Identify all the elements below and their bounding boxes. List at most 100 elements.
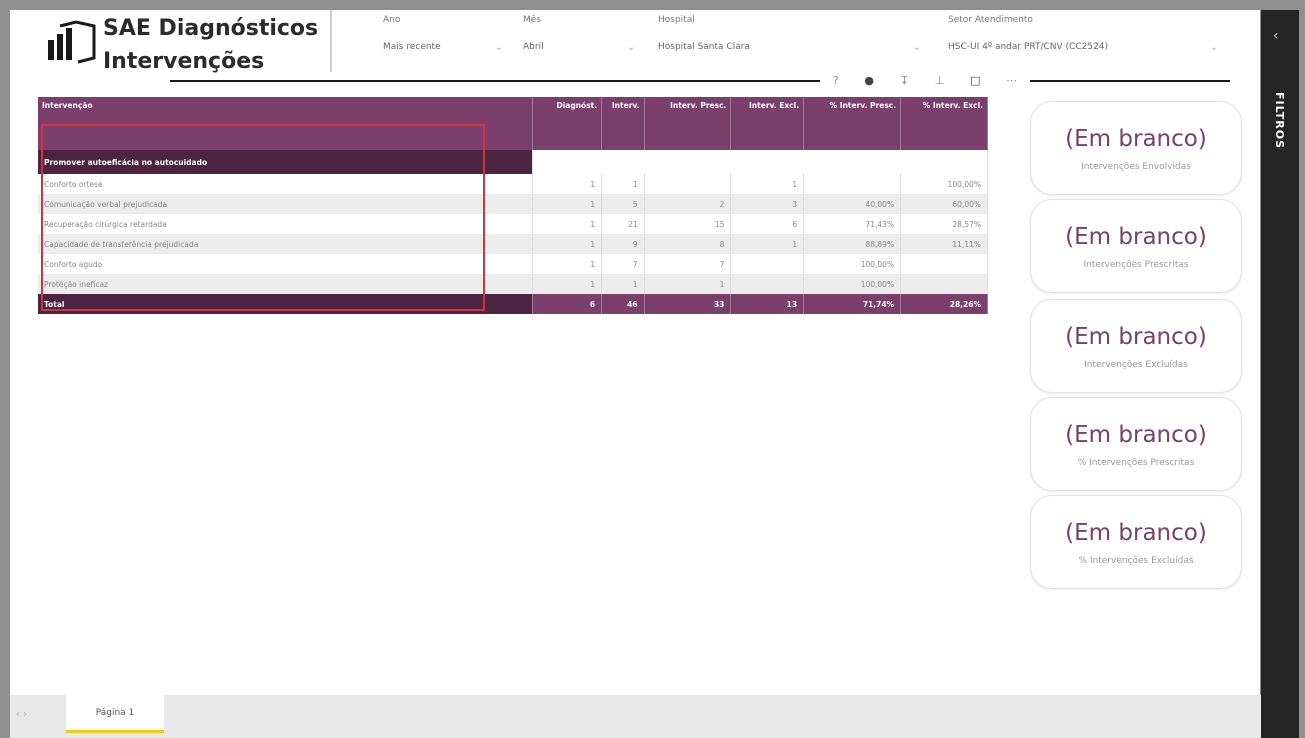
help-icon[interactable]: ?: [833, 74, 839, 87]
table-cell: 1: [730, 174, 805, 194]
title-line-2: Intervenções: [103, 49, 265, 74]
filter-value: Mais recente: [383, 42, 441, 52]
total-cell: 6: [532, 294, 603, 314]
col-header[interactable]: Interv. Excl.: [730, 97, 805, 150]
filter-select[interactable]: Mais recente ⌄: [383, 33, 503, 61]
kpi-label: Intervenções Excluídas: [1084, 360, 1188, 370]
table-cell: [730, 254, 805, 274]
kpi-card-pct-excluidas[interactable]: (Em branco) % Intervenções Excluídas: [1030, 495, 1242, 589]
header-rule: [170, 80, 1230, 82]
page-title: SAE Diagnósticos Intervenções: [103, 12, 318, 78]
chevron-down-icon[interactable]: ⌄: [627, 42, 635, 53]
kpi-value: (Em branco): [1065, 520, 1207, 546]
table-cell: [803, 174, 902, 194]
table-cell: [730, 274, 805, 294]
chevron-down-icon[interactable]: ⌄: [913, 42, 921, 53]
col-header[interactable]: Diagnóst.: [532, 97, 603, 150]
col-header[interactable]: Interv.: [601, 97, 645, 150]
kpi-label: % Intervenções Excluídas: [1078, 556, 1194, 566]
table-cell: 88,89%: [803, 234, 902, 254]
table-cell: 100,00%: [900, 174, 988, 194]
filter-value: HSC-UI 4º andar PRT/CNV (CC2524): [948, 42, 1109, 52]
table-cell: 2: [644, 194, 732, 214]
filter-ano[interactable]: Ano Mais recente ⌄: [383, 15, 503, 61]
filter-value: Abril: [523, 42, 544, 52]
filter-label: Mês: [523, 15, 541, 25]
table-cell: 1: [730, 234, 805, 254]
filter-label: Setor Atendimento: [948, 15, 1033, 25]
table-cell: 5: [601, 194, 645, 214]
table-cell: 1: [532, 234, 603, 254]
table-cell: 60,00%: [900, 194, 988, 214]
kpi-value: (Em branco): [1065, 324, 1207, 350]
table-cell: 28,57%: [900, 214, 988, 234]
table-cell: 11,11%: [900, 234, 988, 254]
expand-icon[interactable]: ↧: [900, 74, 909, 87]
table-cell: 9: [601, 234, 645, 254]
highlight-box: [41, 124, 485, 311]
filter-setor[interactable]: Setor Atendimento HSC-UI 4º andar PRT/CN…: [948, 15, 1218, 61]
table-cell: [900, 254, 988, 274]
drill-icon[interactable]: ●: [864, 74, 874, 87]
filter-hospital[interactable]: Hospital Hospital Santa Clara ⌄: [658, 15, 921, 61]
total-cell: 33: [644, 294, 732, 314]
chevron-down-icon[interactable]: ⌄: [495, 42, 503, 53]
table-cell: 1: [644, 274, 732, 294]
table-cell: 7: [644, 254, 732, 274]
table-cell: 8: [644, 234, 732, 254]
col-header[interactable]: % Interv. Presc.: [803, 97, 902, 150]
col-header[interactable]: % Interv. Excl.: [900, 97, 988, 150]
kpi-label: Intervenções Envolvidas: [1081, 162, 1191, 172]
filter-select[interactable]: Abril ⌄: [523, 33, 635, 61]
table-cell: 7: [601, 254, 645, 274]
table-cell: 1: [532, 174, 603, 194]
table-cell: 100,00%: [803, 274, 902, 294]
kpi-label: % Intervenções Prescritas: [1077, 458, 1195, 468]
filters-panel[interactable]: ‹ FILTROS: [1261, 10, 1299, 738]
kpi-card-pct-prescritas[interactable]: (Em branco) % Intervenções Prescritas: [1030, 397, 1242, 491]
filter-value: Hospital Santa Clara: [658, 42, 750, 52]
table-cell: 21: [601, 214, 645, 234]
table-cell: 15: [644, 214, 732, 234]
table-cell: 1: [532, 254, 603, 274]
total-cell: 71,74%: [803, 294, 902, 314]
chevron-down-icon[interactable]: ⌄: [1210, 42, 1218, 53]
total-cell: 46: [601, 294, 645, 314]
filter-select[interactable]: Hospital Santa Clara ⌄: [658, 33, 921, 61]
filter-label: Ano: [383, 15, 401, 25]
table-cell: [644, 174, 732, 194]
chevron-left-icon[interactable]: ‹: [1273, 28, 1279, 44]
page-tab-bar: ‹ › Página 1: [10, 695, 1261, 738]
filter-select[interactable]: HSC-UI 4º andar PRT/CNV (CC2524) ⌄: [948, 33, 1218, 61]
table-cell: 1: [532, 274, 603, 294]
table-cell: 71,43%: [803, 214, 902, 234]
kpi-value: (Em branco): [1065, 422, 1207, 448]
tab-label: Página 1: [95, 707, 135, 718]
table-cell: 3: [730, 194, 805, 214]
tab-pagina-1[interactable]: Página 1: [66, 695, 164, 733]
col-header[interactable]: Interv. Presc.: [644, 97, 732, 150]
kpi-card-prescritas[interactable]: (Em branco) Intervenções Prescritas: [1030, 199, 1242, 293]
table-cell: 1: [532, 194, 603, 214]
kpi-card-envolvidas[interactable]: (Em branco) Intervenções Envolvidas: [1030, 101, 1242, 195]
group-cells: [532, 150, 988, 174]
focus-icon[interactable]: □: [970, 74, 980, 87]
kpi-value: (Em branco): [1065, 126, 1207, 152]
table-cell: 6: [730, 214, 805, 234]
more-options-icon[interactable]: ⋯: [1006, 74, 1017, 87]
header-divider: [330, 10, 332, 72]
total-cell: 13: [730, 294, 805, 314]
title-line-1: SAE Diagnósticos: [103, 16, 319, 41]
table-cell: 40,00%: [803, 194, 902, 214]
hierarchy-icon[interactable]: ⊥: [935, 74, 945, 87]
filter-label: Hospital: [658, 15, 695, 25]
filter-mes[interactable]: Mês Abril ⌄: [523, 15, 635, 61]
kpi-label: Intervenções Prescritas: [1083, 260, 1189, 270]
kpi-card-excluidas[interactable]: (Em branco) Intervenções Excluídas: [1030, 299, 1242, 393]
table-cell: [900, 274, 988, 294]
kpi-value: (Em branco): [1065, 224, 1207, 250]
page-nav-arrows-icon[interactable]: ‹ ›: [16, 709, 27, 720]
report-logo-icon: [48, 20, 96, 64]
total-cell: 28,26%: [900, 294, 988, 314]
visual-toolbar: ? ● ↧ ⊥ □ ⋯: [820, 70, 1030, 90]
